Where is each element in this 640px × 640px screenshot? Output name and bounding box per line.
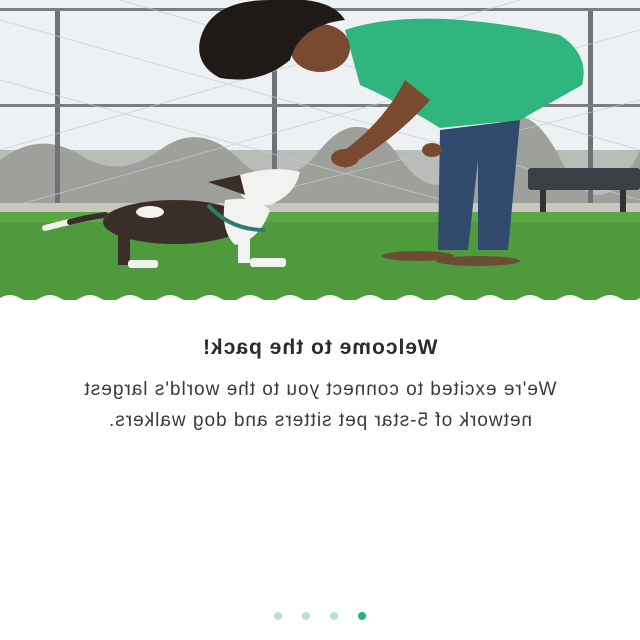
welcome-title: Welcome to the pack! <box>202 336 438 359</box>
welcome-subtitle: We're excited to connect you to the worl… <box>83 379 557 431</box>
page-dot-4-active[interactable] <box>358 612 366 620</box>
page-indicator <box>0 612 640 620</box>
hero-photo <box>0 0 640 300</box>
page-dot-3[interactable] <box>330 612 338 620</box>
page-dot-1[interactable] <box>274 612 282 620</box>
onboarding-screen: Welcome to the pack! We're excited to co… <box>0 0 640 640</box>
hero-illustration <box>0 0 640 300</box>
onboarding-content: Welcome to the pack! We're excited to co… <box>0 336 640 436</box>
page-dot-2[interactable] <box>302 612 310 620</box>
wave-divider <box>0 295 640 308</box>
